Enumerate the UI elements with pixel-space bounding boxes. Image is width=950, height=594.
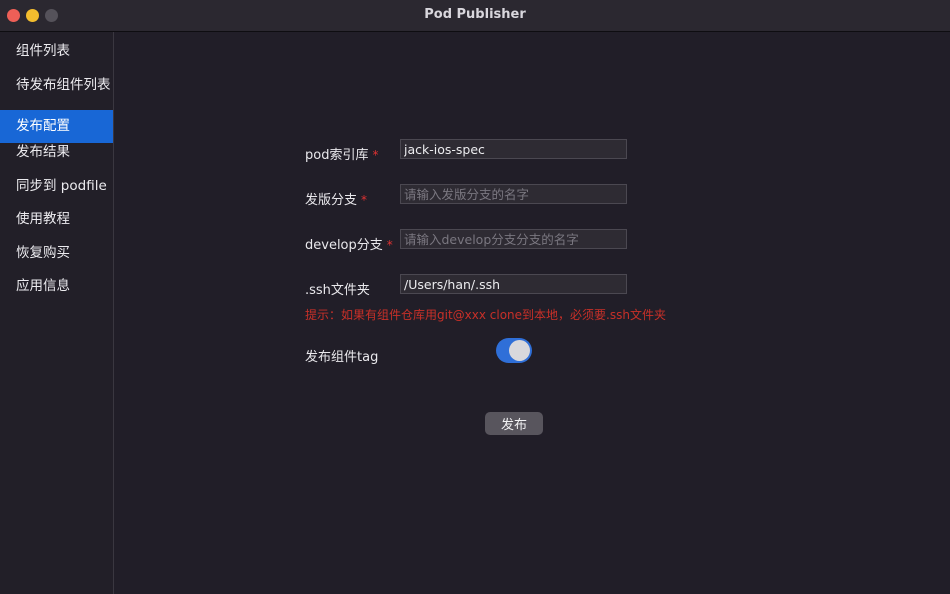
develop-branch-label-text: develop分支 xyxy=(305,238,383,253)
title-bar[interactable]: Pod Publisher xyxy=(0,0,950,32)
sidebar-item-restore-purchase[interactable]: 恢复购买 xyxy=(0,237,113,270)
sidebar: 组件列表 待发布组件列表 发布配置 发布结果 同步到 podfile 使用教程 … xyxy=(0,32,114,594)
sidebar-item-component-list[interactable]: 组件列表 xyxy=(0,35,113,68)
required-mark: * xyxy=(372,148,379,162)
develop-branch-input[interactable] xyxy=(400,229,627,249)
develop-branch-label: develop分支 * xyxy=(305,234,393,253)
publish-tag-label: 发布组件tag xyxy=(305,350,379,365)
release-branch-label: 发版分支 * xyxy=(305,189,367,208)
toggle-knob xyxy=(509,340,530,361)
main-panel xyxy=(0,0,950,594)
ssh-hint-text: 提示：如果有组件仓库用git@xxx clone到本地，必须要.ssh文件夹 xyxy=(305,308,666,322)
required-mark: * xyxy=(386,238,393,252)
publish-button[interactable]: 发布 xyxy=(485,412,543,435)
window-title: Pod Publisher xyxy=(424,7,526,22)
publish-tag-toggle[interactable] xyxy=(496,338,532,363)
pod-repo-label-text: pod索引库 xyxy=(305,148,369,163)
sidebar-item-tutorial[interactable]: 使用教程 xyxy=(0,203,113,236)
ssh-folder-label: .ssh文件夹 xyxy=(305,283,370,298)
sidebar-item-app-info[interactable]: 应用信息 xyxy=(0,270,113,303)
sidebar-item-publish-result[interactable]: 发布结果 xyxy=(0,136,113,169)
release-branch-input[interactable] xyxy=(400,184,627,204)
sidebar-item-sync-podfile[interactable]: 同步到 podfile xyxy=(0,170,113,203)
pod-repo-label: pod索引库 * xyxy=(305,144,378,163)
pod-repo-input[interactable] xyxy=(400,139,627,159)
release-branch-label-text: 发版分支 xyxy=(305,193,358,208)
required-mark: * xyxy=(361,193,368,207)
sidebar-item-pending-list[interactable]: 待发布组件列表 xyxy=(0,69,113,102)
app-window: Pod Publisher 组件列表 待发布组件列表 发布配置 发布结果 同步到… xyxy=(0,0,950,594)
ssh-folder-input[interactable] xyxy=(400,274,627,294)
